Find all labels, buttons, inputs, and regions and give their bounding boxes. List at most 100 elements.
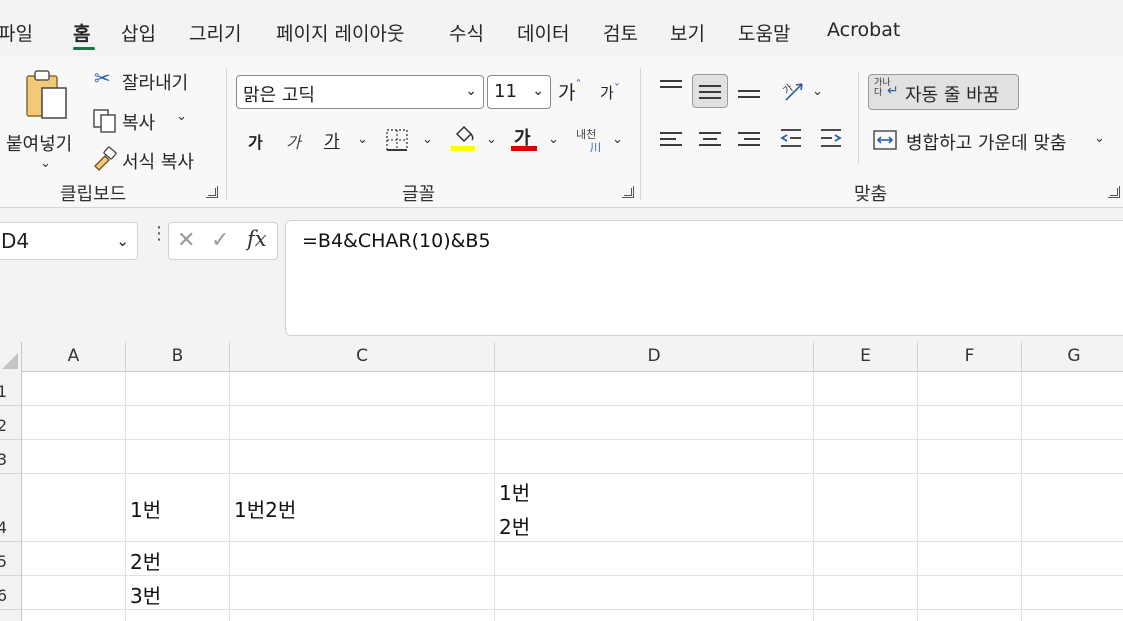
font-size-select[interactable]: 11 ⌄	[487, 75, 551, 109]
caret-up-icon: ˆ	[575, 78, 582, 92]
row-header-6[interactable]: 6	[0, 576, 22, 610]
tab-help[interactable]: 도움말	[738, 19, 790, 46]
column-header-b[interactable]: B	[126, 342, 230, 372]
cell-c4[interactable]: 1번2번	[234, 494, 296, 523]
merge-dropdown-chevron-icon[interactable]: ⌄	[1094, 131, 1105, 146]
insert-function-icon[interactable]: fx	[247, 227, 267, 251]
row-header-3[interactable]: 3	[0, 440, 22, 474]
more-options-icon[interactable]: ⋮	[150, 225, 168, 243]
format-painter-label: 서식 복사	[122, 152, 194, 173]
formula-input[interactable]: =B4&CHAR(10)&B5	[285, 220, 1123, 336]
font-group-label: 글꼴	[402, 184, 436, 205]
row-header-7[interactable]: 7	[0, 610, 22, 621]
tab-view[interactable]: 보기	[670, 19, 705, 46]
borders-icon[interactable]	[384, 128, 410, 152]
row-header-4[interactable]: 4	[0, 474, 22, 542]
underline-button[interactable]: 가	[324, 127, 340, 152]
column-header-f[interactable]: F	[918, 342, 1022, 372]
cell-b6[interactable]: 3번	[130, 580, 161, 609]
cell-d4-line1[interactable]: 1번	[499, 477, 530, 506]
phonetic-bottom-text: 川	[590, 141, 601, 154]
paste-dropdown-chevron-icon[interactable]: ⌄	[40, 156, 51, 171]
orientation-dropdown-chevron-icon[interactable]: ⌄	[812, 84, 823, 99]
align-center-button[interactable]	[699, 128, 721, 150]
name-box[interactable]: D4 ⌄	[0, 222, 138, 260]
align-left-button[interactable]	[660, 128, 682, 150]
cell-b5[interactable]: 2번	[130, 546, 161, 575]
cell-b4[interactable]: 1번	[130, 494, 161, 523]
tab-acrobat[interactable]: Acrobat	[827, 19, 900, 41]
paint-bucket-icon	[455, 125, 474, 143]
underline-dropdown-chevron-icon[interactable]: ⌄	[357, 132, 368, 147]
column-header-e[interactable]: E	[814, 342, 918, 372]
paste-button[interactable]: 붙여넣기 ⌄	[4, 66, 82, 176]
gridline	[22, 405, 1123, 406]
font-name-select[interactable]: 맑은 고딕 ⌄	[236, 75, 484, 109]
align-right-button[interactable]	[738, 128, 760, 150]
column-header-a[interactable]: A	[22, 342, 126, 372]
tab-home[interactable]: 홈	[73, 19, 90, 46]
group-separator	[226, 68, 227, 200]
bold-button[interactable]: 가	[248, 129, 263, 153]
font-dialog-launcher-icon[interactable]	[622, 186, 634, 198]
gridline	[125, 372, 126, 621]
clipboard-dialog-launcher-icon[interactable]	[206, 186, 218, 198]
decrease-indent-icon[interactable]	[778, 126, 804, 150]
middle-align-button[interactable]	[692, 74, 728, 108]
increase-font-icon: 가	[558, 82, 576, 104]
fill-color-button[interactable]	[450, 124, 478, 156]
gridline	[813, 372, 814, 621]
paste-label: 붙여넣기	[6, 134, 73, 155]
merge-center-button[interactable]: 병합하고 가운데 맞춤 ⌄	[872, 126, 1112, 156]
tab-data[interactable]: 데이터	[517, 19, 569, 46]
wrap-text-label: 자동 줄 바꿈	[905, 85, 1000, 106]
cell-d4-line2[interactable]: 2번	[499, 511, 530, 540]
tab-formulas[interactable]: 수식	[449, 19, 484, 46]
column-header-c[interactable]: C	[230, 342, 495, 372]
orientation-icon[interactable]: 가	[780, 78, 808, 104]
tab-page-layout[interactable]: 페이지 레이아웃	[276, 19, 404, 46]
enter-check-icon[interactable]: ✓	[211, 228, 229, 253]
font-color-dropdown-chevron-icon[interactable]: ⌄	[548, 132, 559, 147]
gridline	[22, 575, 1123, 576]
font-size-chevron-icon: ⌄	[532, 83, 544, 99]
row-header-1[interactable]: 1	[0, 372, 22, 406]
increase-font-size-button[interactable]: 가ˆ	[558, 78, 581, 105]
row-header-2[interactable]: 2	[0, 406, 22, 440]
ribbon: 붙여넣기 ⌄ ✂ 잘라내기 복사 ⌄ 서식 복사 클립보드 맑은 고딕 ⌄ 11…	[0, 56, 1123, 208]
row-header-5[interactable]: 5	[0, 542, 22, 576]
row-number: 4	[0, 518, 7, 537]
name-box-value: D4	[1, 229, 30, 253]
middle-align-icon	[699, 85, 721, 99]
gridline	[229, 372, 230, 621]
wrap-text-button[interactable]: 가나 다 ↵ 자동 줄 바꿈	[868, 74, 1019, 110]
phonetic-dropdown-chevron-icon[interactable]: ⌄	[612, 132, 623, 147]
cancel-icon[interactable]: ✕	[177, 228, 195, 253]
top-align-button[interactable]	[660, 76, 682, 98]
italic-button[interactable]: 가	[286, 129, 301, 153]
tab-file[interactable]: 파일	[0, 19, 33, 46]
tab-draw[interactable]: 그리기	[189, 19, 241, 46]
select-all-button[interactable]	[0, 342, 22, 372]
format-painter-button[interactable]: 서식 복사	[92, 144, 212, 174]
cut-button[interactable]: ✂ 잘라내기	[92, 66, 212, 96]
column-header-d[interactable]: D	[495, 342, 814, 372]
alignment-dialog-launcher-icon[interactable]	[1108, 186, 1120, 198]
copy-button[interactable]: 복사 ⌄	[92, 106, 192, 136]
bottom-align-button[interactable]	[738, 86, 760, 102]
borders-dropdown-chevron-icon[interactable]: ⌄	[422, 132, 433, 147]
decrease-font-size-button[interactable]: 가ˇ	[600, 82, 620, 103]
tab-insert[interactable]: 삽입	[121, 19, 156, 46]
merge-center-icon	[873, 130, 897, 150]
column-header-g[interactable]: G	[1022, 342, 1123, 372]
row-number: 2	[0, 416, 7, 435]
fill-color-dropdown-chevron-icon[interactable]: ⌄	[486, 132, 497, 147]
copy-dropdown-chevron-icon[interactable]: ⌄	[176, 109, 187, 124]
phonetic-guide-button[interactable]: 내천 川	[576, 126, 606, 156]
gridline	[22, 609, 1123, 610]
clipboard-group-label: 클립보드	[60, 184, 127, 205]
active-tab-indicator	[73, 47, 95, 50]
increase-indent-icon[interactable]	[818, 126, 844, 150]
tab-review[interactable]: 검토	[603, 19, 638, 46]
font-color-button[interactable]: 가	[510, 124, 540, 156]
